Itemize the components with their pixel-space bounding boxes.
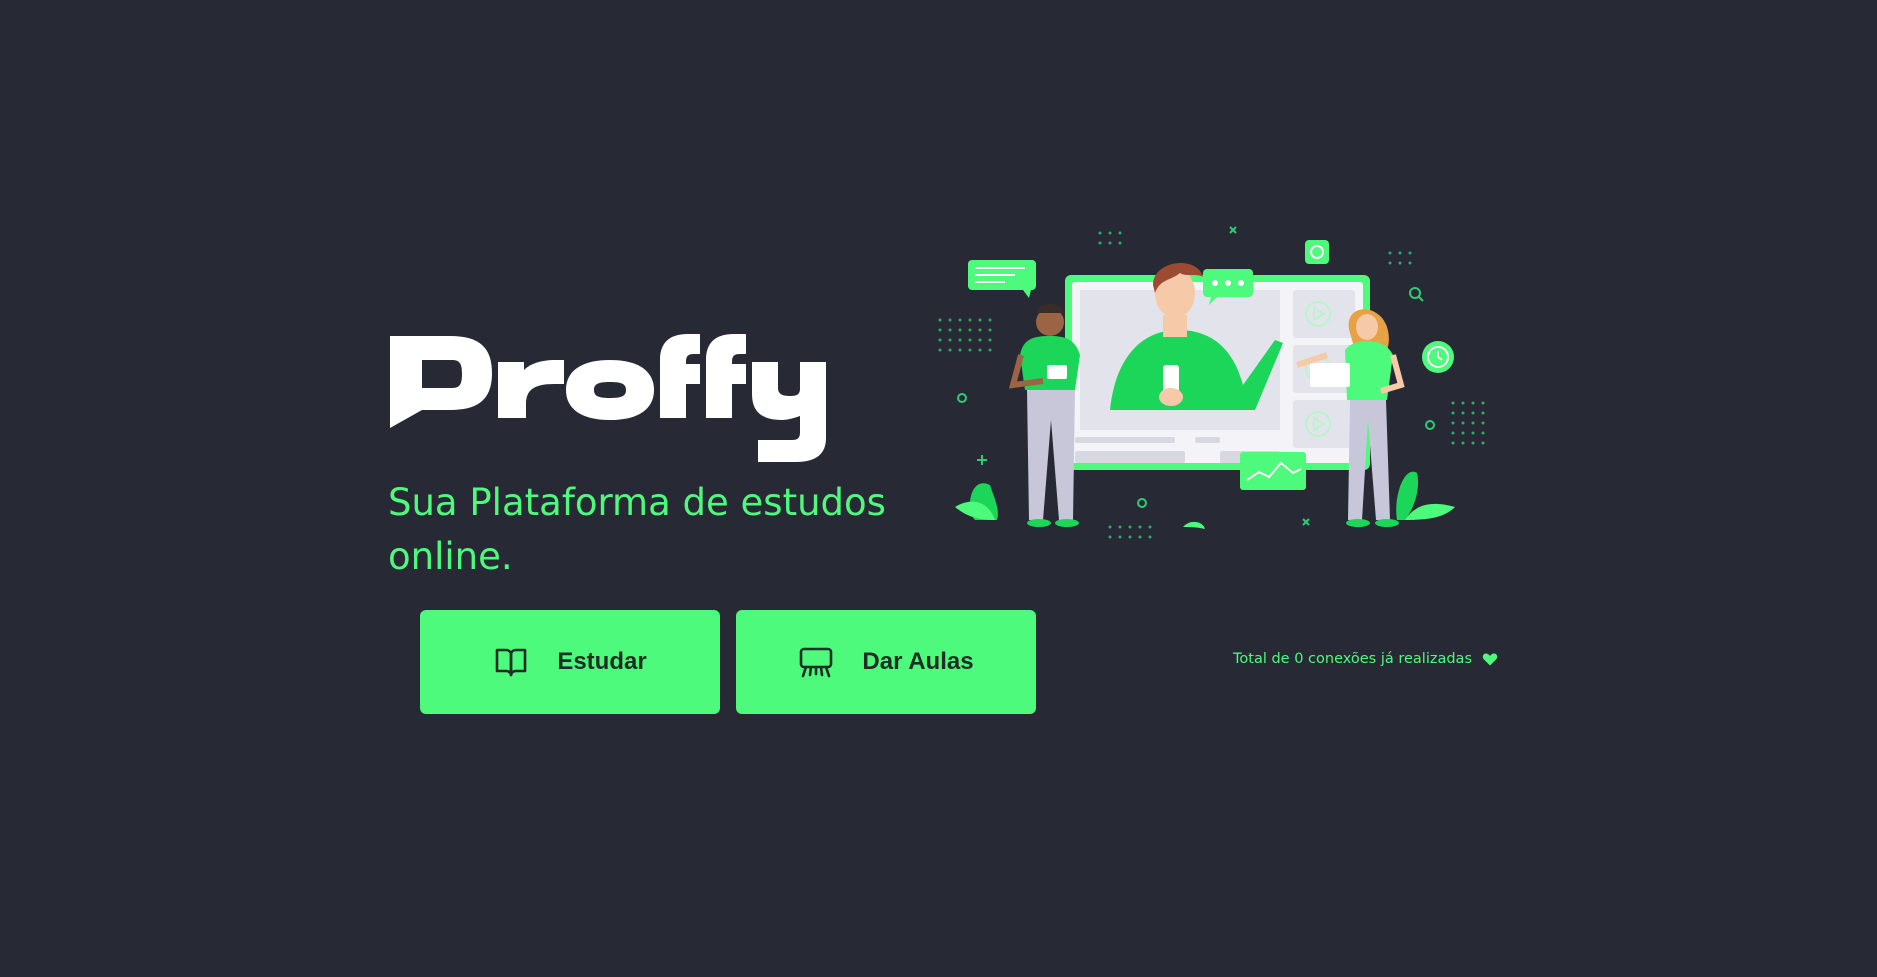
study-button[interactable]: Estudar [420,610,720,714]
buttons-container: Estudar Dar Aulas [420,610,1036,714]
proffy-logo [390,334,826,462]
heart-icon [1482,651,1498,667]
total-connections-text: Total de 0 conexões já realizadas [1233,651,1473,667]
tagline: Sua Plataforma de estudos online. [388,481,886,578]
total-connections: Total de 0 conexões já realizadas [1233,651,1498,667]
study-button-label: Estudar [557,648,647,675]
landing-page: Sua Plataforma de estudos online. Estuda… [0,0,1877,977]
logo-container: Sua Plataforma de estudos online. [388,318,908,584]
hero-illustration [938,226,1485,539]
presentation-board-icon [798,644,834,680]
give-classes-button-label: Dar Aulas [862,648,974,675]
book-open-icon [493,644,529,680]
give-classes-button[interactable]: Dar Aulas [736,610,1036,714]
